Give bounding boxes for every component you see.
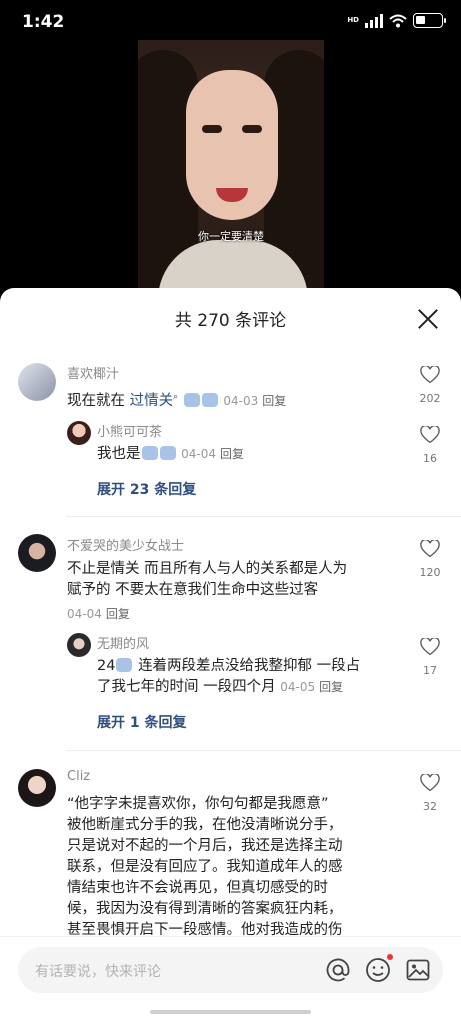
heart-outline-icon	[420, 637, 440, 656]
comment-text: “他字字未提喜欢你，你句句都是我愿意” 被他断崖式分手的我，在他没清晰说分手， …	[67, 796, 343, 938]
like-count: 16	[423, 452, 437, 465]
comment-input[interactable]: 有话要说，快来评论	[18, 947, 443, 993]
comment-text: 不止是情关 而且所有人与人的关系都是人为 赋予的 不要太在意我们生命中这些过客	[67, 561, 348, 598]
avatar[interactable]	[18, 769, 56, 807]
like-button[interactable]: 202	[413, 365, 447, 405]
reply-user[interactable]: 小熊可可茶	[97, 421, 162, 440]
like-count: 32	[423, 800, 437, 813]
video-player[interactable]: 你一定要清楚	[138, 40, 324, 298]
avatar[interactable]	[18, 363, 56, 401]
avatar[interactable]	[18, 534, 56, 572]
like-button[interactable]: 32	[413, 773, 447, 813]
emoji-sticker-icon	[159, 446, 176, 460]
reply-user[interactable]: 无期的风	[97, 633, 149, 652]
reply-text: 24 连着两段差点没给我整抑郁 一段占 了我七年的时间 一段四个月 04-05 回…	[97, 658, 361, 695]
emoji-sticker-icon	[116, 658, 133, 672]
comment-user[interactable]: 不爱哭的美少女战士	[67, 535, 184, 554]
avatar[interactable]	[67, 421, 91, 445]
like-button[interactable]: 17	[413, 637, 447, 677]
emoji-button[interactable]	[365, 954, 393, 983]
comment-user[interactable]: 喜欢椰汁	[67, 363, 119, 382]
like-button[interactable]: 16	[413, 425, 447, 465]
expand-replies-button[interactable]: 展开 23 条回复	[97, 479, 196, 499]
notification-dot	[387, 954, 393, 960]
video-frame-face	[186, 70, 278, 220]
reply-button[interactable]: 回复	[220, 447, 244, 461]
signal-icon	[365, 13, 383, 28]
status-bar: 1:42 HD	[0, 0, 461, 44]
like-count: 202	[419, 392, 441, 405]
heart-outline-icon	[420, 425, 440, 444]
emoji-sticker-icon	[141, 446, 158, 460]
reply-text: 我也是 04-04 回复	[97, 446, 244, 462]
like-count: 120	[419, 566, 441, 579]
hashtag-link[interactable]: 过情关	[130, 393, 174, 409]
image-icon[interactable]	[405, 957, 431, 983]
comment-sheet: 共 270 条评论 喜欢椰汁 现在就在 过情关⌕ 04-03 回复 202 小熊可…	[0, 288, 461, 1024]
reply-button[interactable]: 回复	[262, 394, 286, 408]
comment-input-bar: 有话要说，快来评论	[0, 936, 461, 1024]
wifi-icon	[389, 14, 407, 27]
comment-user[interactable]: Cliz	[67, 769, 90, 784]
at-icon[interactable]	[325, 957, 351, 983]
reply-button[interactable]: 回复	[106, 607, 130, 621]
emoji-sticker-icon	[201, 392, 218, 407]
comment-text: 现在就在 过情关⌕ 04-03 回复	[67, 392, 287, 409]
divider	[66, 750, 461, 751]
close-icon[interactable]	[417, 308, 439, 330]
heart-outline-icon	[420, 365, 440, 384]
avatar[interactable]	[67, 633, 91, 657]
battery-icon	[413, 13, 446, 28]
status-time: 1:42	[22, 12, 65, 32]
home-indicator[interactable]	[150, 1010, 311, 1014]
like-count: 17	[423, 664, 437, 677]
emoji-sticker-icon	[183, 392, 200, 407]
like-button[interactable]: 120	[413, 539, 447, 579]
reply-button[interactable]: 回复	[319, 680, 343, 694]
heart-outline-icon	[420, 539, 440, 558]
video-subtitle: 你一定要清楚	[198, 230, 264, 243]
hd-label: HD	[347, 16, 359, 24]
comment-date: 04-04	[67, 607, 102, 621]
comment-count-title: 共 270 条评论	[174, 311, 287, 331]
emoji-icon	[366, 958, 390, 982]
heart-outline-icon	[420, 773, 440, 792]
divider	[66, 516, 461, 517]
comment-input-placeholder: 有话要说，快来评论	[35, 964, 161, 980]
expand-replies-button[interactable]: 展开 1 条回复	[97, 712, 187, 732]
